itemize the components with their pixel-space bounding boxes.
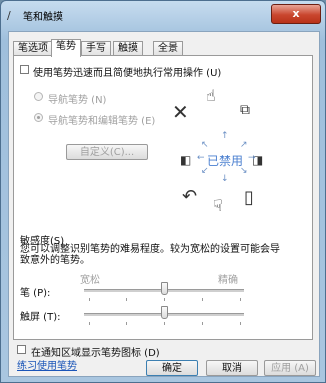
hand-down-icon: ☟ [213,196,223,215]
close-button[interactable]: x [271,4,321,24]
customize-button[interactable]: 自定义(C)... [66,144,148,160]
title-bar[interactable]: ∕ 笔和触摸 x [1,1,325,29]
apply-button[interactable]: 应用 (A) [264,360,316,376]
delete-x-icon: ✕ [172,100,189,124]
pen-slider-thumb[interactable] [160,282,168,295]
arrow-up-right-icon: ↗ [240,140,248,150]
arrow-left-icon: ← [197,153,205,163]
radio-navigation-editing-label: 导航笔势和编辑笔势 (E) [48,116,156,127]
touch-sensitivity-label: 触屏 (T): [20,312,61,323]
touch-slider-thumb[interactable] [160,306,168,319]
flicks-checkbox-label: 使用笔势迅速而且简便地执行常用操作 (U) [33,68,222,79]
hand-up-icon: ☝ [206,86,216,105]
undo-icon: ↶ [182,186,198,207]
page-back-icon: ◧ [180,153,192,167]
pen-touch-window: ∕ 笔和触摸 x 笔选项 笔势 手写 触摸 全景 使用笔势迅速而且简便地执行常用… [0,0,326,383]
radio-navigation-editing[interactable] [34,113,43,122]
tray-icon-checkbox[interactable] [17,345,26,354]
ok-button[interactable]: 确定 [146,360,198,376]
arrow-right-icon: → [248,153,256,163]
disabled-status-text: 已禁用 [207,154,244,168]
arrow-down-icon: ↓ [221,174,229,184]
flicks-checkbox[interactable] [20,65,29,74]
tab-panning[interactable]: 全景 [153,41,183,56]
copy-icon: ⧉ [240,102,250,118]
flicks-panel: 使用笔势迅速而且简便地执行常用操作 (U) 导航笔势 (N) 导航笔势和编辑笔势… [13,55,313,340]
scale-precise-label: 精确 [218,275,238,286]
dialog-client: 笔选项 笔势 手写 触摸 全景 使用笔势迅速而且简便地执行常用操作 (U) 导航… [8,31,320,377]
pen-sensitivity-label: 笔 (P): [20,288,51,299]
tab-pen-options[interactable]: 笔选项 [13,41,53,56]
cancel-button[interactable]: 取消 [206,360,258,376]
radio-navigation-label: 导航笔势 (N) [48,95,107,106]
practice-flicks-link[interactable]: 练习使用笔势 [17,357,77,372]
scale-relaxed-label: 宽松 [80,275,100,286]
paste-icon: ▯ [244,187,254,208]
arrow-up-icon: ↑ [221,131,229,141]
window-title: 笔和触摸 [23,12,63,23]
radio-navigation[interactable] [34,92,43,101]
arrow-up-left-icon: ↖ [201,140,209,150]
pen-icon: ∕ [7,9,11,22]
sensitivity-description: 您可以调整识别笔势的难易程度。较为宽松的设置可能会导致意外的笔势。 [20,244,280,266]
tab-handwriting[interactable]: 手写 [81,41,111,56]
tab-touch[interactable]: 触摸 [113,41,143,56]
tab-flicks[interactable]: 笔势 [51,39,81,57]
